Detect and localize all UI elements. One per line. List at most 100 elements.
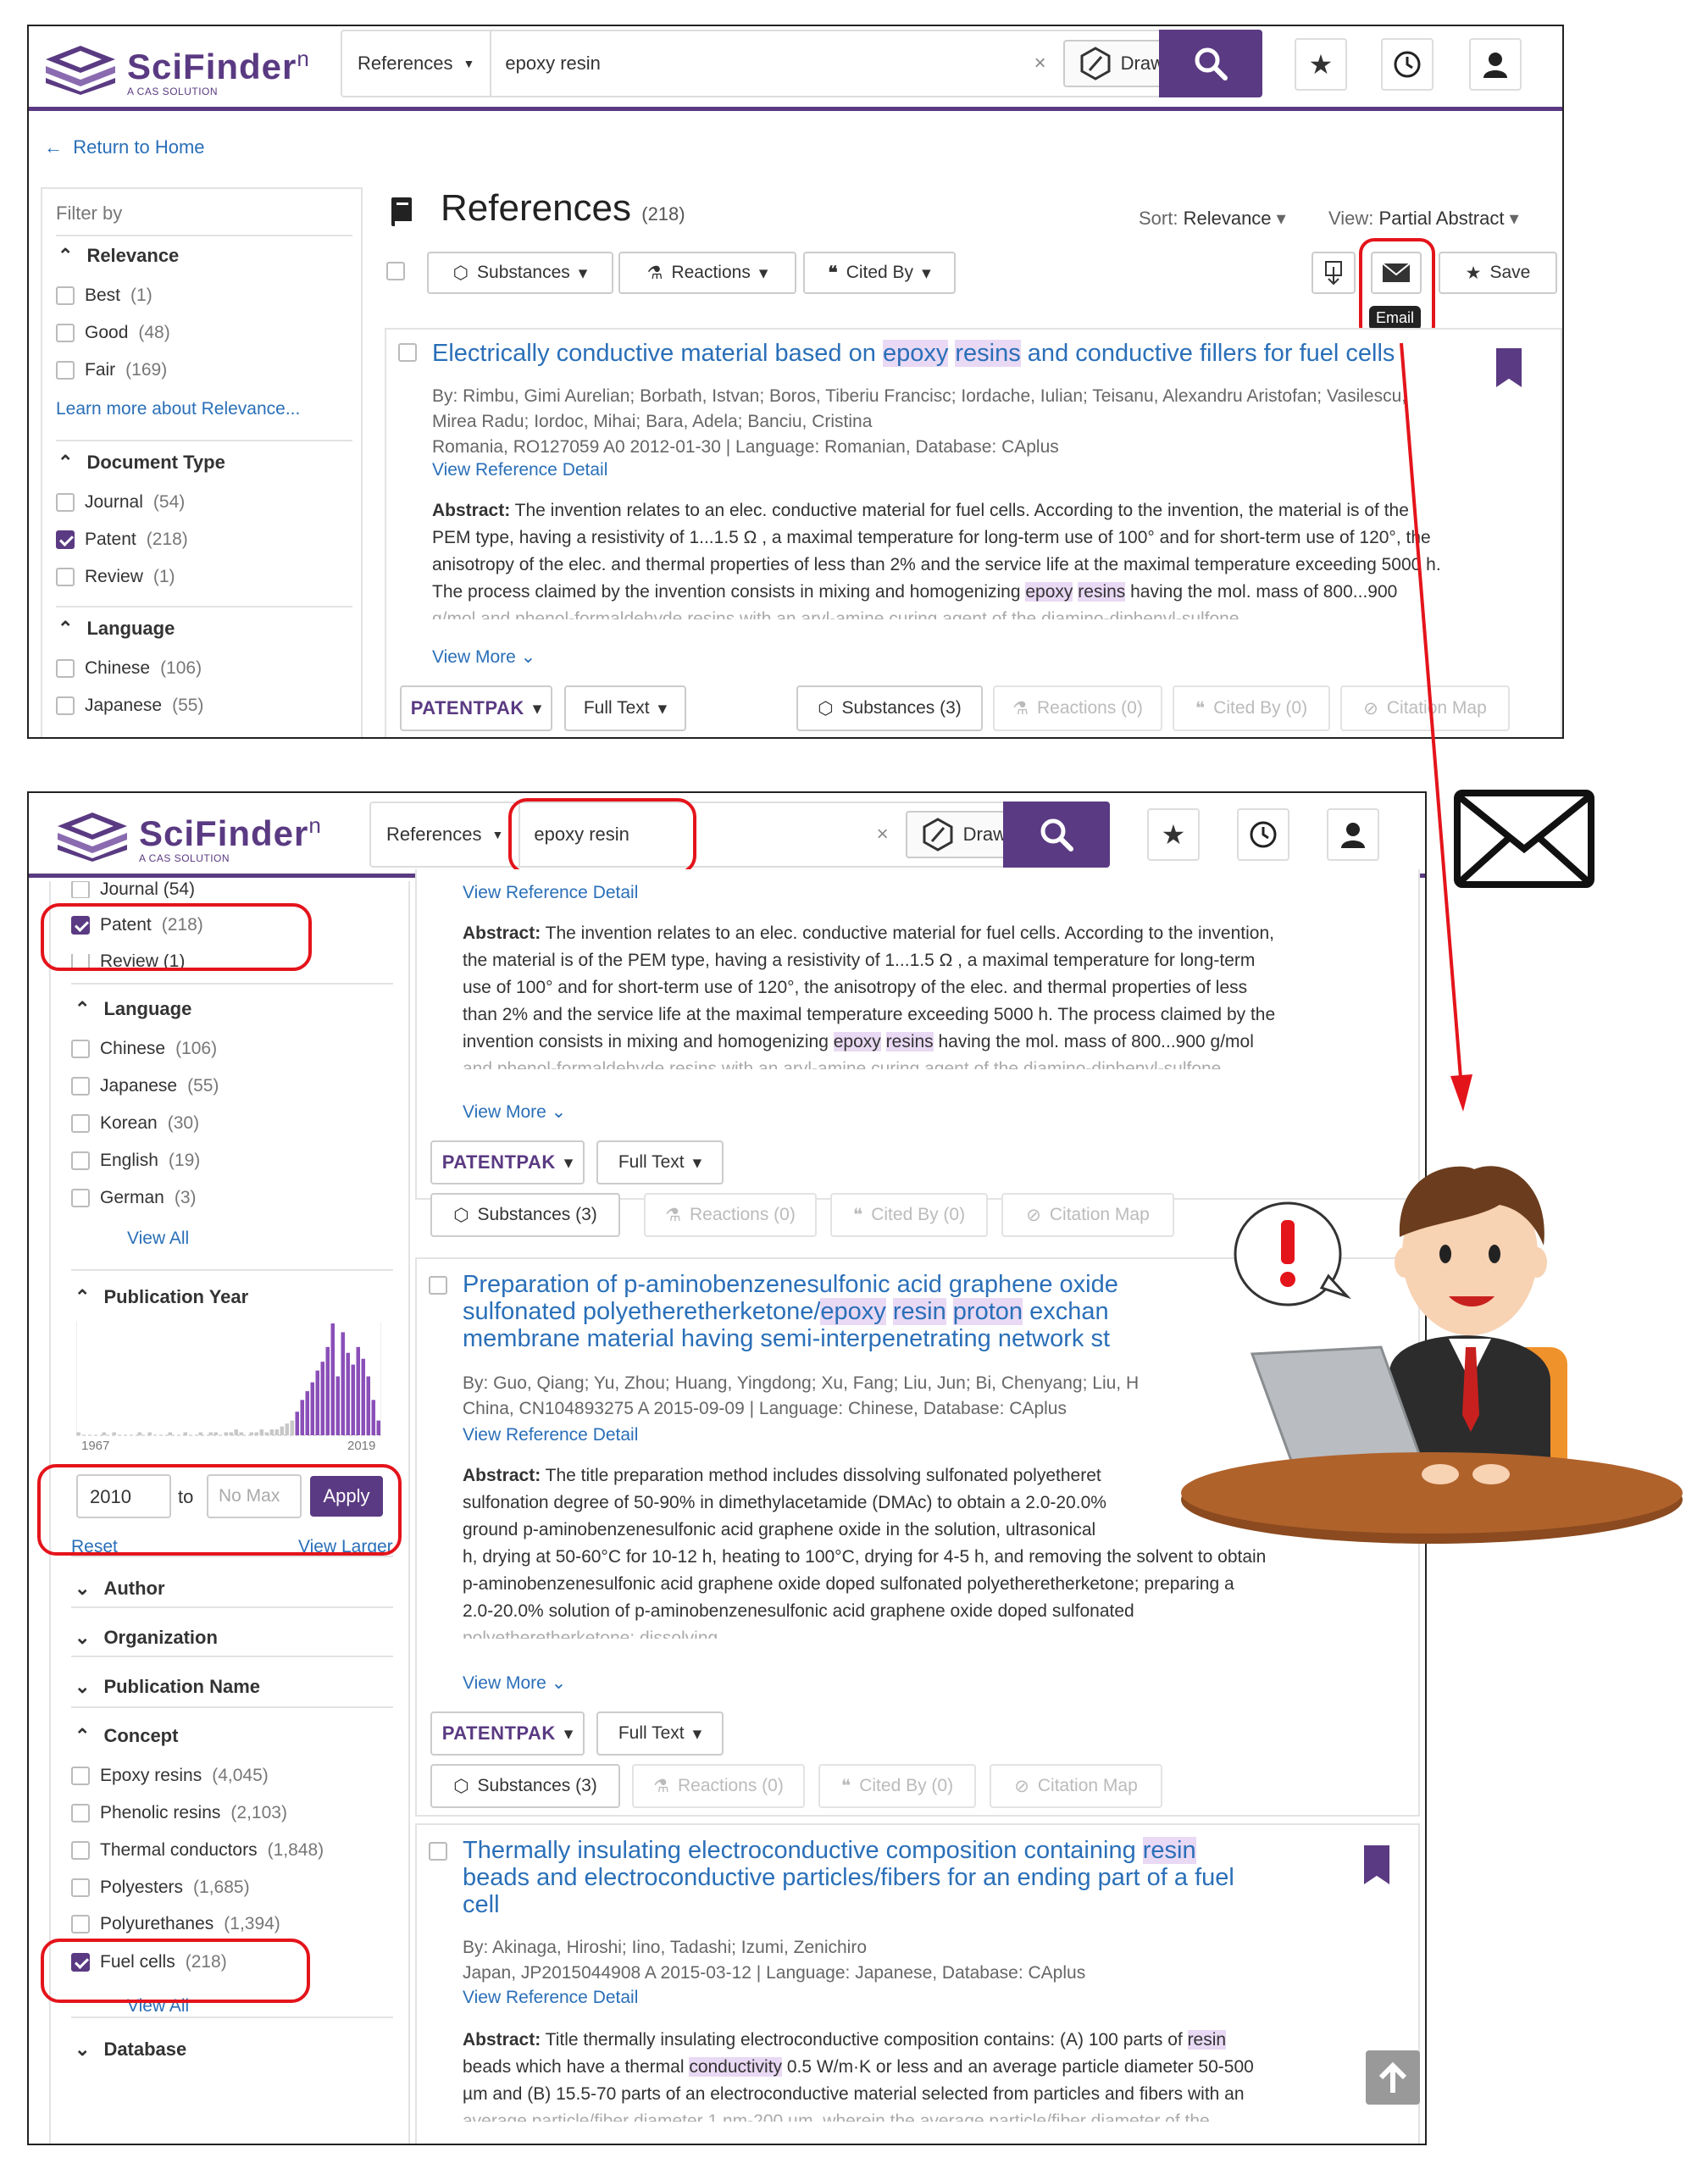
language-chinese-checkbox-2[interactable]: Chinese (106) (71, 1039, 217, 1059)
language-japanese-checkbox-2[interactable]: Japanese (55) (71, 1076, 219, 1096)
filter-by-label: Filter by (56, 202, 123, 224)
relevance-fair-checkbox[interactable]: Fair (169) (56, 360, 167, 380)
language-chinese-checkbox[interactable]: Chinese (106) (56, 658, 202, 679)
relevance-good-checkbox[interactable]: Good (48) (56, 323, 170, 343)
result-title-link[interactable]: Thermally insulating electroconductive c… (463, 1837, 1234, 1918)
search-button-2[interactable] (1003, 802, 1110, 868)
view-dropdown[interactable]: View: Partial Abstract ▾ (1328, 208, 1519, 230)
reactions-filter-button[interactable]: ⚗ Reactions ▾ (618, 252, 796, 294)
chevron-down-icon: ⌄ (75, 2039, 91, 2060)
patentpak-button[interactable]: PATENTPAK ▾ (430, 1140, 585, 1184)
bookmark-icon[interactable] (1496, 348, 1522, 387)
doctype-journal-checkbox-2[interactable]: Journal (54) (71, 881, 195, 898)
language-section-toggle-2[interactable]: ⌃ Language (75, 998, 191, 1020)
substances-filter-button[interactable]: ⬡ Substances ▾ (427, 252, 613, 294)
favorites-button[interactable]: ★ (1295, 38, 1347, 91)
document-type-section-toggle[interactable]: ⌃ Document Type (58, 452, 225, 474)
return-home-link[interactable]: ← Return to Home (44, 136, 205, 158)
doctype-journal-checkbox[interactable]: Journal (54) (56, 492, 185, 513)
full-text-button[interactable]: Full Text ▾ (596, 1140, 724, 1184)
publication-year-section-toggle[interactable]: ⌃ Publication Year (75, 1286, 248, 1308)
history-button-2[interactable] (1237, 808, 1289, 861)
concept-epoxy-resins-checkbox[interactable]: Epoxy resins (4,045) (71, 1766, 269, 1786)
concept-section-toggle[interactable]: ⌃ Concept (75, 1725, 178, 1747)
histogram-bar (320, 1362, 324, 1435)
organization-section-toggle[interactable]: ⌄ Organization (75, 1627, 218, 1649)
histogram-bar (330, 1323, 335, 1435)
result-substances-button[interactable]: ⬡ Substances (3) (796, 685, 983, 731)
view-more-link[interactable]: View More ⌄ (432, 646, 535, 668)
result-select-checkbox[interactable] (429, 1276, 447, 1295)
result-substances-button[interactable]: ⬡ Substances (3) (430, 1193, 620, 1237)
concept-thermal-conductors-checkbox[interactable]: Thermal conductors (1,848) (71, 1840, 324, 1861)
database-section-toggle[interactable]: ⌄ Database (75, 2039, 186, 2061)
chevron-down-icon: ⌄ (75, 1627, 91, 1648)
language-section-toggle[interactable]: ⌃ Language (58, 618, 175, 640)
search-type-dropdown-2[interactable]: References ▼ (371, 803, 521, 866)
scifinder-logo-2[interactable]: SciFindern A CAS SOLUTION (54, 807, 322, 864)
language-korean-checkbox[interactable]: Korean (30) (71, 1113, 199, 1134)
result-substances-button[interactable]: ⬡ Substances (3) (430, 1764, 620, 1808)
select-all-checkbox[interactable] (386, 262, 405, 280)
cited-by-filter-button[interactable]: ❝ Cited By ▾ (803, 252, 956, 294)
language-view-all-link[interactable]: View All (127, 1229, 189, 1249)
result-card-3: Thermally insulating electroconductive c… (415, 1823, 1420, 2144)
star-icon: ★ (1161, 819, 1186, 850)
result-select-checkbox[interactable] (429, 1842, 447, 1861)
clear-icon[interactable]: × (1034, 52, 1046, 75)
account-button-2[interactable] (1327, 808, 1379, 861)
relevance-best-checkbox[interactable]: Best (1) (56, 286, 152, 306)
patentpak-button[interactable]: PATENTPAK ▾ (430, 1711, 585, 1756)
result-select-checkbox[interactable] (398, 343, 417, 362)
histogram-bar (76, 1432, 80, 1435)
learn-more-relevance-link[interactable]: Learn more about Relevance... (56, 399, 300, 419)
flask-icon: ⚗ (646, 263, 663, 283)
top-screenshot: SciFindern A CAS SOLUTION References ▼ epo… (27, 25, 1564, 739)
search-input[interactable]: epoxy resin (491, 53, 1034, 75)
language-english-checkbox[interactable]: English (19) (71, 1151, 200, 1171)
view-reference-detail-link[interactable]: View Reference Detail (432, 460, 607, 480)
scroll-to-top-button[interactable] (1366, 2050, 1420, 2105)
view-reference-detail-link[interactable]: View Reference Detail (463, 1425, 638, 1445)
histogram-bar (254, 1432, 258, 1435)
account-button[interactable] (1469, 38, 1522, 91)
clear-icon[interactable]: × (877, 823, 889, 846)
language-japanese-checkbox[interactable]: Japanese (55) (56, 696, 203, 716)
patentpak-button[interactable]: PATENTPAK ▾ (400, 685, 552, 731)
view-reference-detail-link[interactable]: View Reference Detail (463, 883, 638, 903)
bookmark-icon[interactable] (1364, 1845, 1389, 1884)
history-button[interactable] (1381, 38, 1434, 91)
author-section-toggle[interactable]: ⌄ Author (75, 1578, 165, 1600)
full-text-button[interactable]: Full Text ▾ (564, 685, 686, 731)
app-tagline: A CAS SOLUTION (127, 86, 219, 97)
concept-polyurethanes-checkbox[interactable]: Polyurethanes (1,394) (71, 1915, 280, 1933)
save-button[interactable]: ★ Save (1439, 252, 1557, 294)
sort-dropdown[interactable]: Sort: Relevance ▾ (1139, 208, 1286, 230)
download-button[interactable] (1312, 252, 1356, 294)
search-type-dropdown[interactable]: References ▼ (342, 31, 492, 96)
search-button[interactable] (1159, 30, 1262, 97)
concept-phenolic-resins-checkbox[interactable]: Phenolic resins (2,103) (71, 1803, 287, 1823)
chevron-up-icon: ⌃ (58, 245, 74, 266)
publication-year-histogram[interactable] (76, 1322, 381, 1437)
view-reference-detail-link[interactable]: View Reference Detail (463, 1988, 638, 2008)
language-german-checkbox[interactable]: German (3) (71, 1188, 197, 1208)
result-title-link[interactable]: Electrically conductive material based o… (432, 340, 1395, 367)
envelope-large-icon (1454, 790, 1594, 888)
full-text-button[interactable]: Full Text ▾ (596, 1711, 724, 1756)
relevance-section-toggle[interactable]: ⌃ Relevance (58, 245, 179, 267)
concept-polyesters-checkbox[interactable]: Polyesters (1,685) (71, 1878, 250, 1898)
substance-icon: ⬡ (453, 1205, 469, 1225)
result-authors: By: Guo, Qiang; Yu, Zhou; Huang, Yingdon… (463, 1373, 1140, 1418)
flask-icon: ⚗ (665, 1205, 681, 1225)
view-more-link[interactable]: View More ⌄ (463, 1101, 566, 1123)
scifinder-logo[interactable]: SciFindern A CAS SOLUTION (42, 40, 310, 97)
publication-name-section-toggle[interactable]: ⌄ Publication Name (75, 1676, 260, 1698)
star-icon: ★ (1465, 263, 1482, 283)
result-title-link[interactable]: Preparation of p-aminobenzenesulfonic ac… (463, 1271, 1118, 1352)
favorites-button-2[interactable]: ★ (1147, 808, 1200, 861)
doctype-patent-checkbox[interactable]: Patent (218) (56, 530, 188, 550)
view-more-link[interactable]: View More ⌄ (463, 1673, 566, 1694)
download-icon (1325, 261, 1342, 286)
doctype-review-checkbox[interactable]: Review (1) (56, 567, 175, 587)
